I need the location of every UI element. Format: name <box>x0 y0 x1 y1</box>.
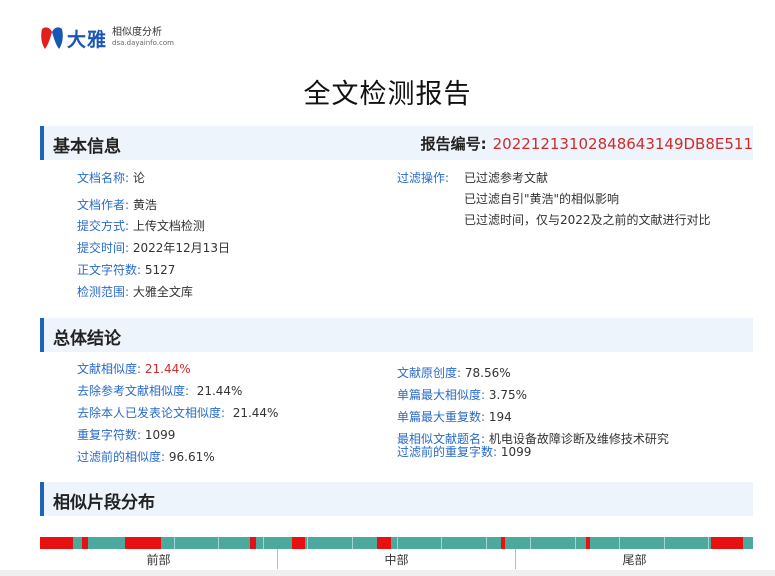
similarity-distribution-bar <box>40 537 753 549</box>
field-author: 文档作者: 黄浩 <box>77 198 157 212</box>
similarity-excl-refs: 去除参考文献相似度: 21.44% <box>77 384 243 398</box>
field-doc-name: 文档名称: 论 <box>77 171 145 185</box>
report-number-label: 报告编号: <box>420 135 487 153</box>
originality-rate: 文献原创度: 78.56% <box>397 366 511 380</box>
similar-segment <box>377 537 391 549</box>
filter-line: 已过滤参考文献 <box>464 171 549 185</box>
similar-segment <box>40 537 73 549</box>
bar-tick <box>664 537 665 549</box>
bar-tick <box>619 537 620 549</box>
report-number: 报告编号: 20221213102848643149DB8E511 <box>421 133 753 154</box>
bar-tick <box>708 537 709 549</box>
bar-tick <box>263 537 264 549</box>
field-submit-method: 提交方式: 上传文档检测 <box>77 219 205 233</box>
bar-tick <box>307 537 308 549</box>
filter-line: 已过滤自引"黄浩"的相似影响 <box>464 192 620 206</box>
logo-name: 大雅 <box>67 28 108 51</box>
logo-subtitle: 相似度分析 <box>112 27 163 38</box>
logo-url: dsa.dayainfo.com <box>112 39 174 47</box>
axis-label-middle: 中部 <box>277 549 515 569</box>
bar-tick <box>441 537 442 549</box>
similar-segment <box>250 537 256 549</box>
similar-segment <box>711 537 743 549</box>
bar-tick <box>530 537 531 549</box>
bar-tick <box>575 537 576 549</box>
similarity-before-filter: 过滤前的相似度: 96.61% <box>77 450 215 464</box>
filter-line: 已过滤时间，仅与2022及之前的文献进行对比 <box>464 213 711 227</box>
report-number-value: 20221213102848643149DB8E511 <box>492 135 753 153</box>
max-single-repeats: 单篇最大重复数: 194 <box>397 410 512 424</box>
similar-segment <box>292 537 305 549</box>
field-submit-time: 提交时间: 2022年12月13日 <box>77 241 230 255</box>
axis-label-end: 尾部 <box>515 549 753 569</box>
report-page: 大雅 相似度分析 dsa.dayainfo.com 全文检测报告 基本信息 报告… <box>0 0 775 570</box>
field-char-count: 正文字符数: 5127 <box>77 263 176 277</box>
similar-segment <box>501 537 505 549</box>
similar-segment <box>125 537 161 549</box>
similarity-excl-own: 去除本人已发表论文相似度: 21.44% <box>77 406 279 420</box>
axis-label-front: 前部 <box>146 553 171 567</box>
bar-tick <box>352 537 353 549</box>
section-basic-info: 基本信息 报告编号: 20221213102848643149DB8E511 <box>40 126 753 160</box>
repeat-char-count: 重复字符数: 1099 <box>77 428 176 442</box>
section-title: 总体结论 <box>53 329 121 349</box>
similar-segment <box>82 537 88 549</box>
section-title: 基本信息 <box>53 137 121 157</box>
dalya-logo: 大雅 相似度分析 dsa.dayainfo.com <box>40 24 174 52</box>
bar-tick <box>486 537 487 549</box>
max-single-similarity: 单篇最大相似度: 3.75% <box>397 388 527 402</box>
distribution-axis: 前部 中部 尾部 <box>40 549 753 569</box>
repeats-before-filter: 过滤前的重复字数: 1099 <box>397 445 532 459</box>
section-distribution: 相似片段分布 <box>40 482 753 516</box>
similar-segment <box>586 537 590 549</box>
section-conclusion: 总体结论 <box>40 318 753 352</box>
bar-tick <box>397 537 398 549</box>
field-scope: 检测范围: 大雅全文库 <box>77 285 193 299</box>
report-title: 全文检测报告 <box>303 79 472 110</box>
dalya-logo-icon <box>40 25 64 51</box>
filter-label: 过滤操作: <box>397 171 450 185</box>
bar-tick <box>174 537 175 549</box>
section-title: 相似片段分布 <box>53 493 155 513</box>
bar-tick <box>218 537 219 549</box>
similarity-rate: 文献相似度: 21.44% <box>77 362 191 376</box>
